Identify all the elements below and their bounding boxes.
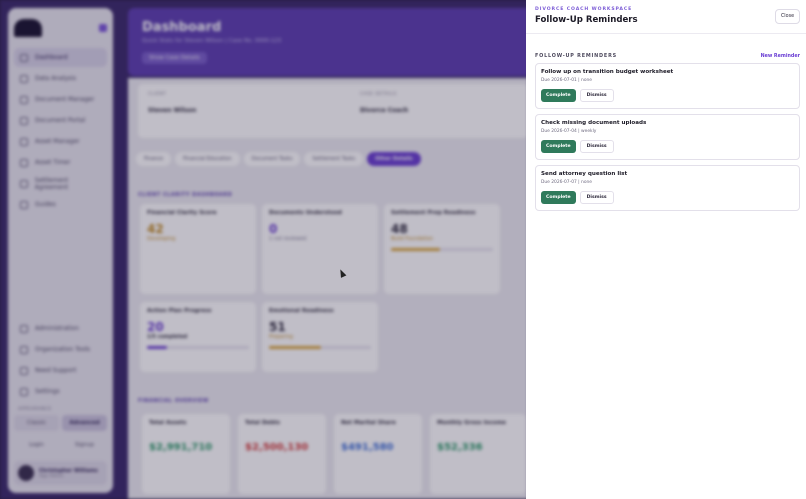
reminder-due: Due 2026-07-01 | none [541, 78, 593, 83]
dismiss-button[interactable]: Dismiss [579, 140, 614, 153]
close-button[interactable]: Close [775, 9, 800, 24]
complete-button[interactable]: Complete [541, 89, 576, 102]
dismiss-button[interactable]: Dismiss [579, 191, 614, 204]
reminder-card: Send attorney question list Due 2026-07-… [535, 165, 800, 211]
complete-button[interactable]: Complete [541, 191, 576, 204]
reminders-list-title: FOLLOW-UP REMINDERS [535, 53, 617, 59]
complete-button[interactable]: Complete [541, 140, 576, 153]
reminder-due: Due 2026-07-04 | weekly [541, 129, 597, 134]
reminder-title: Check missing document uploads [541, 120, 647, 126]
reminders-list: Follow up on transition budget worksheet… [526, 59, 806, 211]
new-reminder-button[interactable]: New Reminder [761, 54, 800, 59]
reminder-due: Due 2026-07-07 | none [541, 180, 593, 185]
reminder-title: Send attorney question list [541, 171, 628, 177]
reminders-drawer: DIVORCE COACH WORKSPACE Follow-Up Remind… [526, 0, 806, 499]
drawer-header: DIVORCE COACH WORKSPACE Follow-Up Remind… [526, 0, 806, 34]
reminder-title: Follow up on transition budget worksheet [541, 69, 674, 75]
reminder-actions: Complete Dismiss [541, 89, 794, 102]
reminder-card: Check missing document uploads Due 2026-… [535, 114, 800, 160]
reminder-card: Follow up on transition budget worksheet… [535, 63, 800, 109]
reminder-actions: Complete Dismiss [541, 191, 794, 204]
reminder-actions: Complete Dismiss [541, 140, 794, 153]
drawer-title: Follow-Up Reminders [535, 15, 638, 25]
drawer-eyebrow: DIVORCE COACH WORKSPACE [535, 7, 633, 12]
dismiss-button[interactable]: Dismiss [579, 89, 614, 102]
